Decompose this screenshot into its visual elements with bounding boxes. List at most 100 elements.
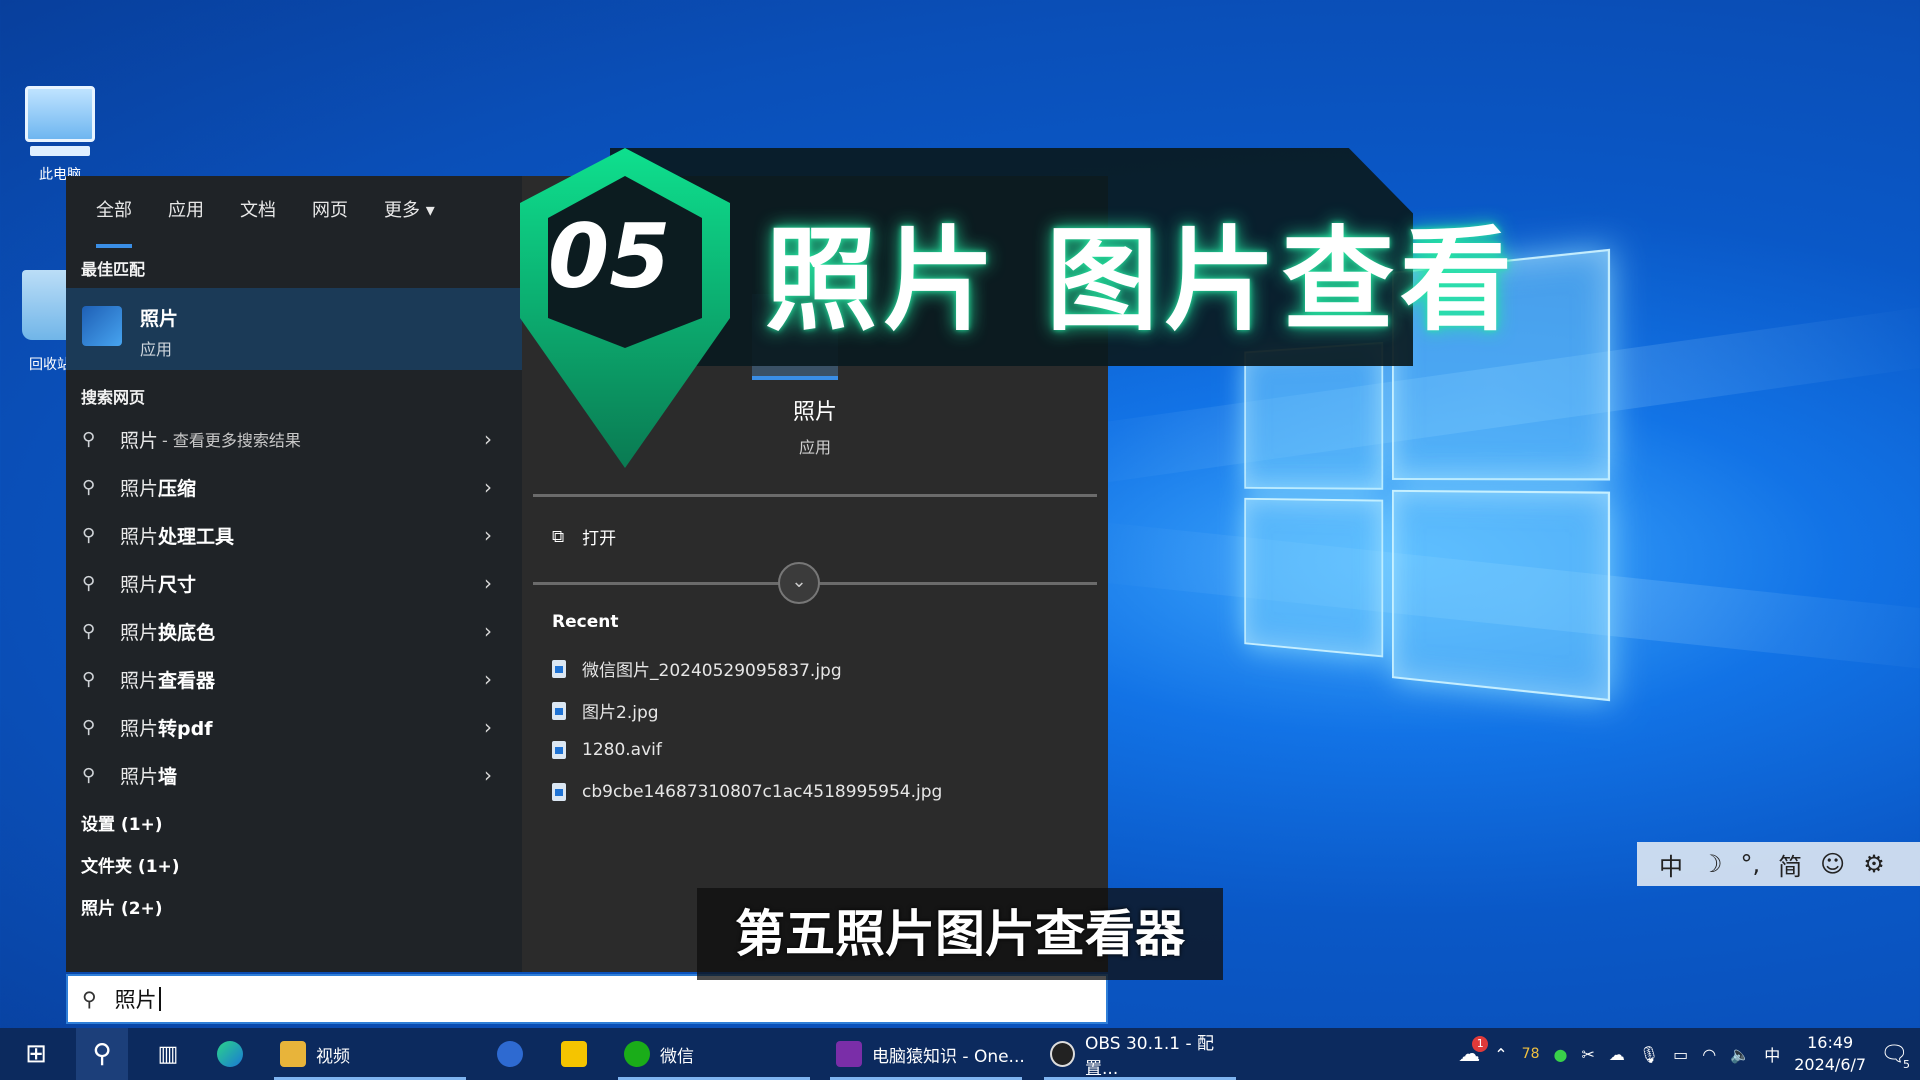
best-match-item[interactable]: 照片 应用 xyxy=(66,288,522,370)
recent-file-name: cb9cbe14687310807c1ac4518995954.jpg xyxy=(582,782,943,802)
task-view-icon[interactable]: ▥ xyxy=(146,1028,190,1080)
system-tray: ☁ 1 ⌃ 78 ● ✂ ☁ 🎙 ▭ ◠ 🔈 中 16:49 2024/6/7 🗨… xyxy=(1458,1028,1920,1080)
group-settings[interactable]: 设置 (1+) xyxy=(81,810,163,835)
chevron-right-icon: › xyxy=(484,763,492,787)
web-result-row[interactable]: ⚲ 照片 尺寸 › xyxy=(66,560,522,606)
web-result-row[interactable]: ⚲ 照片墙 › xyxy=(66,752,522,798)
wifi-icon[interactable]: ◠ xyxy=(1702,1045,1716,1064)
tab-apps[interactable]: 应用 xyxy=(168,188,204,230)
taskbar-item-onenote[interactable]: 电脑猿知识 - One... xyxy=(826,1028,1026,1080)
clock-date: 2024/6/7 xyxy=(1794,1055,1867,1074)
text-caret xyxy=(158,987,161,1011)
ime-mode-button[interactable]: 中 xyxy=(1659,847,1683,882)
onenote-app-icon[interactable] xyxy=(488,1028,532,1080)
expand-chevron-button[interactable]: ⌄ xyxy=(778,562,820,604)
web-result-row[interactable]: ⚲ 照片 查看器 › xyxy=(66,656,522,702)
photos-app-icon xyxy=(82,306,122,346)
web-result-row[interactable]: ⚲ 照片 转pdf › xyxy=(66,704,522,750)
punctuation-icon[interactable]: °, xyxy=(1741,850,1761,878)
group-folders[interactable]: 文件夹 (1+) xyxy=(81,852,180,877)
simplified-button[interactable]: 简 xyxy=(1778,847,1802,882)
microphone-icon[interactable]: 🎙 xyxy=(1639,1045,1659,1064)
web-result-suffix: 尺寸 xyxy=(158,573,197,596)
web-result-row[interactable]: ⚲ 照片 - 查看更多搜索结果 › xyxy=(66,416,522,462)
chevron-right-icon: › xyxy=(484,427,492,451)
emoji-icon[interactable]: ☺ xyxy=(1820,850,1845,878)
monitor-icon xyxy=(25,86,95,142)
ime-indicator[interactable]: 中 xyxy=(1764,1042,1780,1066)
battery-icon[interactable]: ▭ xyxy=(1673,1045,1688,1064)
tool-tray-icon[interactable]: ✂ xyxy=(1581,1045,1594,1064)
web-search-heading: 搜索网页 xyxy=(81,388,146,407)
edge-icon[interactable] xyxy=(208,1028,252,1080)
wechat-tray-icon[interactable]: ● xyxy=(1553,1045,1567,1064)
web-result-prefix: 照片 xyxy=(120,477,159,500)
web-result-suffix: 转pdf xyxy=(158,717,213,740)
caret-down-icon: ▾ xyxy=(425,200,435,221)
settings-icon[interactable]: ⚙ xyxy=(1863,850,1885,878)
search-icon: ⚲ xyxy=(82,620,96,642)
search-icon: ⚲ xyxy=(82,572,96,594)
tab-documents[interactable]: 文档 xyxy=(240,188,276,230)
web-result-prefix: 照片 xyxy=(120,717,159,740)
web-result-suffix: 处理工具 xyxy=(158,525,235,548)
web-result-row[interactable]: ⚲ 照片 压缩 › xyxy=(66,464,522,510)
recent-file-item[interactable]: 微信图片_20240529095837.jpg xyxy=(552,656,842,681)
recent-file-item[interactable]: cb9cbe14687310807c1ac4518995954.jpg xyxy=(552,782,942,802)
recent-heading: Recent xyxy=(552,612,619,632)
weather-icon[interactable]: ☁ 1 xyxy=(1458,1035,1489,1067)
taskbar-item-label: 电脑猿知识 - One... xyxy=(872,1046,1025,1067)
web-result-row[interactable]: ⚲ 照片 换底色 › xyxy=(66,608,522,654)
notification-icon[interactable]: 🗨 5 xyxy=(1880,1042,1910,1071)
search-button[interactable]: ⚲ xyxy=(76,1028,128,1080)
group-photos[interactable]: 照片 (2+) xyxy=(81,894,163,919)
recent-file-item[interactable]: 1280.avif xyxy=(552,740,662,760)
chevron-right-icon: › xyxy=(484,475,492,499)
recent-file-name: 1280.avif xyxy=(582,740,662,760)
notification-count: 5 xyxy=(1903,1057,1910,1071)
tab-web[interactable]: 网页 xyxy=(312,188,348,230)
image-file-icon xyxy=(552,701,566,720)
start-button[interactable]: ⊞ xyxy=(14,1028,58,1080)
tab-more-label: 更多 xyxy=(384,200,420,221)
search-input[interactable]: ⚲ 照片 xyxy=(66,974,1108,1024)
obs-icon xyxy=(1050,1041,1076,1067)
search-icon: ⚲ xyxy=(82,764,96,786)
taskbar-item-obs[interactable]: OBS 30.1.1 - 配置... xyxy=(1040,1028,1240,1080)
temperature-label[interactable]: 78 xyxy=(1522,1046,1540,1062)
best-match-subtitle: 应用 xyxy=(140,340,173,359)
open-label: 打开 xyxy=(582,529,617,549)
recent-file-item[interactable]: 图片2.jpg xyxy=(552,698,659,723)
taskbar-item-label: 微信 xyxy=(660,1046,694,1067)
recent-file-name: 图片2.jpg xyxy=(582,703,659,723)
web-result-row[interactable]: ⚲ 照片 处理工具 › xyxy=(66,512,522,558)
tab-more[interactable]: 更多 ▾ xyxy=(384,188,435,230)
cloud-icon[interactable]: ☁ xyxy=(1609,1045,1625,1064)
image-file-icon xyxy=(552,659,566,678)
chevron-right-icon: › xyxy=(484,667,492,691)
tab-all[interactable]: 全部 xyxy=(96,188,132,248)
image-file-icon xyxy=(552,783,566,801)
desktop-icon-this-pc[interactable]: 此电脑 xyxy=(20,86,100,184)
web-result-prefix: 照片 xyxy=(120,429,159,452)
sticky-notes-icon[interactable] xyxy=(552,1028,596,1080)
web-result-prefix: 照片 xyxy=(120,573,159,596)
search-icon: ⚲ xyxy=(82,524,96,546)
taskbar-item-label: 视频 xyxy=(316,1046,350,1067)
taskbar-item-wechat[interactable]: 微信 xyxy=(614,1028,814,1080)
taskbar-item-videos[interactable]: 视频 xyxy=(270,1028,470,1080)
volume-icon[interactable]: 🔈 xyxy=(1730,1045,1750,1064)
chevron-up-icon[interactable]: ⌃ xyxy=(1494,1045,1507,1064)
clock[interactable]: 16:49 2024/6/7 xyxy=(1794,1032,1866,1076)
search-icon: ⚲ xyxy=(82,428,96,450)
open-action[interactable]: ⧉ 打开 xyxy=(552,524,617,550)
search-icon: ⚲ xyxy=(82,987,97,1011)
moon-icon[interactable]: ☽ xyxy=(1701,850,1723,878)
chevron-right-icon: › xyxy=(484,619,492,643)
clock-time: 16:49 xyxy=(1807,1033,1854,1052)
chevron-right-icon: › xyxy=(484,523,492,547)
search-icon: ⚲ xyxy=(82,476,96,498)
results-column: 全部 应用 文档 网页 更多 ▾ 最佳匹配 照片 应用 搜索网页 ⚲ 照片 - … xyxy=(66,176,522,972)
onenote-icon xyxy=(836,1041,862,1067)
recent-file-name: 微信图片_20240529095837.jpg xyxy=(582,661,842,681)
